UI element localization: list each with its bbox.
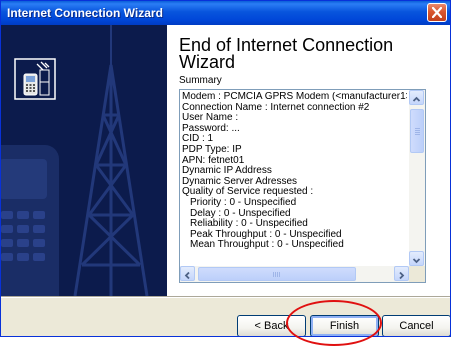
- page-title: End of Internet Connection Wizard: [179, 35, 394, 72]
- summary-line: Modem : PCMCIA GPRS Modem (<manufacturer…: [182, 92, 407, 102]
- chevron-right-icon: [399, 271, 405, 280]
- summary-lines: Modem : PCMCIA GPRS Modem (<manufacturer…: [182, 92, 407, 266]
- summary-line: Priority : 0 - Unspecified: [190, 196, 297, 208]
- wizard-dialog: Internet Connection Wizard End of Intern…: [0, 0, 451, 337]
- chevron-left-icon: [184, 271, 190, 280]
- close-icon: [432, 7, 442, 18]
- wizard-content: End of Internet Connection Wizard Summar…: [167, 25, 450, 296]
- vertical-scroll-thumb[interactable]: [410, 109, 424, 153]
- scrollbar-corner: [409, 266, 425, 282]
- summary-listbox[interactable]: Modem : PCMCIA GPRS Modem (<manufacturer…: [179, 89, 426, 283]
- horizontal-scrollbar[interactable]: [180, 266, 409, 282]
- summary-label: Summary: [179, 75, 222, 86]
- scroll-left-button[interactable]: [180, 266, 195, 281]
- finish-highlight-circle: [286, 300, 382, 346]
- summary-line: PDP Type: IP: [182, 143, 242, 155]
- horizontal-scroll-thumb[interactable]: [198, 267, 356, 281]
- chevron-up-icon: [412, 96, 421, 102]
- phone-wizard-icon: [14, 58, 56, 100]
- title-bar[interactable]: Internet Connection Wizard: [1, 1, 450, 25]
- scroll-up-button[interactable]: [409, 90, 424, 105]
- scroll-down-button[interactable]: [409, 251, 424, 266]
- wizard-banner: [1, 25, 167, 296]
- summary-line: Mean Throughput : 0 - Unspecified: [190, 239, 344, 251]
- scroll-right-button[interactable]: [394, 266, 409, 281]
- footer-divider: [1, 296, 450, 298]
- summary-line: Password: ...: [182, 122, 240, 134]
- close-button[interactable]: [427, 3, 447, 22]
- cancel-button[interactable]: Cancel: [382, 315, 450, 336]
- window-title: Internet Connection Wizard: [7, 6, 163, 20]
- vertical-scrollbar[interactable]: [409, 90, 425, 266]
